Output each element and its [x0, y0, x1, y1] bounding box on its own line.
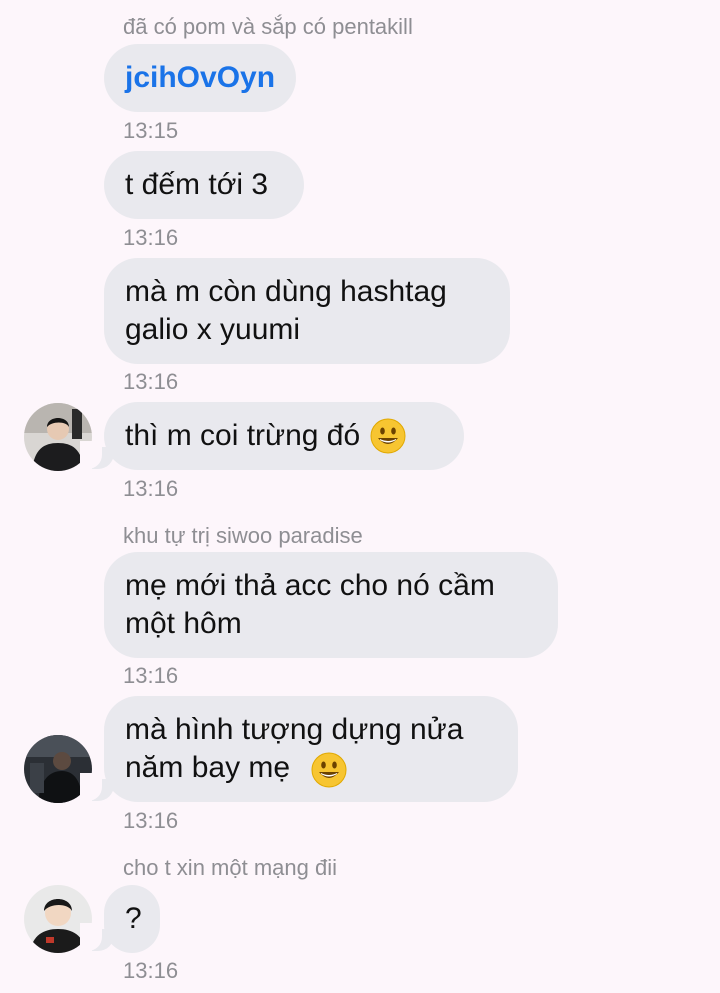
message-bubble[interactable]: t đếm tới 3	[104, 151, 304, 219]
mention-link[interactable]: jcihOvOyn	[125, 59, 275, 97]
message-timestamp: 13:16	[123, 369, 179, 394]
message-timestamp: 13:15	[123, 118, 179, 143]
message-bubble[interactable]: mẹ mới thả acc cho nó cầm một hôm	[104, 552, 558, 658]
message-bubble[interactable]: ?	[104, 885, 160, 953]
smiley-emoji-icon	[370, 418, 406, 454]
sender-name: khu tự trị siwoo paradise	[123, 523, 363, 548]
message-text: thì m coi trừng đó	[125, 419, 361, 452]
message-text: mẹ mới thả acc cho nó cầm một hôm	[125, 569, 495, 640]
sender-name: cho t xin một mạng đii	[123, 855, 337, 880]
message-timestamp: 13:16	[123, 958, 179, 983]
sender-name: đã có pom và sắp có pentakill	[123, 14, 413, 39]
smiley-emoji-icon	[311, 752, 347, 788]
message-text: t đếm tới 3	[125, 168, 269, 201]
message-timestamp: 13:16	[123, 476, 179, 501]
message-text: mà m còn dùng hashtag galio x yuumi	[125, 275, 447, 346]
message-text: ?	[125, 902, 142, 935]
message-timestamp: 13:16	[123, 808, 179, 833]
message-timestamp: 13:16	[123, 225, 179, 250]
message-timestamp: 13:16	[123, 663, 179, 688]
message-bubble[interactable]: jcihOvOyn	[104, 44, 296, 112]
message-text: mà hình tượng dựng nửa năm bay mẹ	[125, 713, 464, 784]
message-bubble[interactable]: mà m còn dùng hashtag galio x yuumi	[104, 258, 510, 364]
message-bubble[interactable]: thì m coi trừng đó	[104, 402, 464, 470]
message-bubble[interactable]: mà hình tượng dựng nửa năm bay mẹ	[104, 696, 518, 802]
